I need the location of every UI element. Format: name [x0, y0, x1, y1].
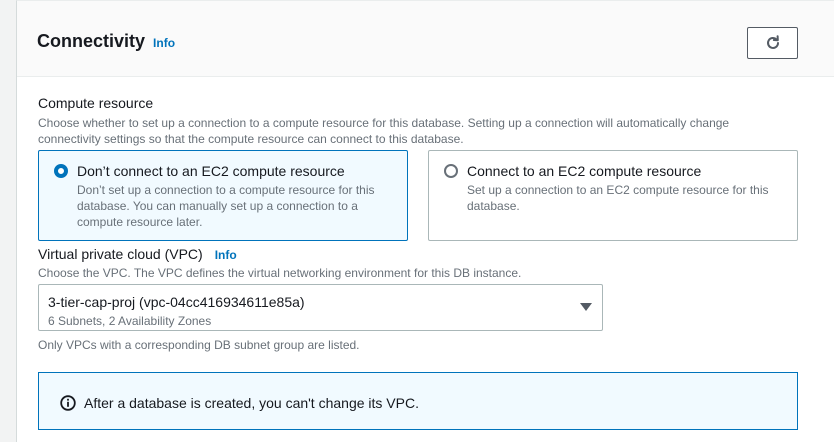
- vpc-constraint: Only VPCs with a corresponding DB subnet…: [38, 338, 360, 352]
- tile-desc-line: database.: [467, 199, 520, 213]
- connectivity-panel: Connectivity Info Compute resource Choos…: [16, 0, 834, 442]
- tile-desc-dont-connect: Don’t set up a connection to a compute r…: [77, 182, 375, 230]
- tile-dont-connect-ec2[interactable]: Don’t connect to an EC2 compute resource…: [38, 150, 408, 241]
- caret-down-icon: [580, 303, 592, 311]
- tile-connect-ec2[interactable]: Connect to an EC2 compute resource Set u…: [428, 150, 798, 241]
- vpc-info-link[interactable]: Info: [215, 248, 237, 262]
- tile-title-dont-connect: Don’t connect to an EC2 compute resource: [77, 163, 345, 179]
- vpc-label: Virtual private cloud (VPC): [38, 246, 203, 262]
- vpc-select[interactable]: 3-tier-cap-proj (vpc-04cc416934611e85a) …: [38, 284, 603, 331]
- vpc-alert: After a database is created, you can't c…: [38, 372, 798, 430]
- vpc-select-value: 3-tier-cap-proj (vpc-04cc416934611e85a): [48, 294, 305, 310]
- vpc-label-row: Virtual private cloud (VPC) Info: [38, 246, 237, 262]
- title-row: Connectivity Info: [37, 31, 175, 52]
- tile-desc-connect: Set up a connection to an EC2 compute re…: [467, 182, 769, 214]
- refresh-button[interactable]: [747, 27, 798, 59]
- alert-text: After a database is created, you can't c…: [84, 395, 419, 411]
- compute-resource-desc-1: Choose whether to set up a connection to…: [38, 116, 730, 130]
- tile-desc-line: database. You can manually set up a conn…: [77, 199, 358, 213]
- tile-desc-line: Don’t set up a connection to a compute r…: [77, 183, 375, 197]
- radio-connect[interactable]: [444, 164, 458, 178]
- section-title: Connectivity: [37, 31, 146, 51]
- compute-resource-label: Compute resource: [38, 95, 154, 111]
- radio-dont-connect[interactable]: [54, 164, 68, 178]
- tile-desc-line: Set up a connection to an EC2 compute re…: [467, 183, 769, 197]
- refresh-icon: [766, 35, 779, 49]
- vpc-desc: Choose the VPC. The VPC defines the virt…: [38, 266, 522, 280]
- vpc-select-sub: 6 Subnets, 2 Availability Zones: [48, 314, 212, 328]
- tile-title-connect: Connect to an EC2 compute resource: [467, 163, 702, 179]
- panel-header: Connectivity Info: [17, 1, 834, 77]
- compute-resource-desc-2: connectivity settings so that the comput…: [38, 132, 464, 146]
- tile-desc-line: compute resource later.: [77, 215, 203, 229]
- connectivity-info-link[interactable]: Info: [153, 36, 175, 50]
- info-icon: [60, 395, 76, 411]
